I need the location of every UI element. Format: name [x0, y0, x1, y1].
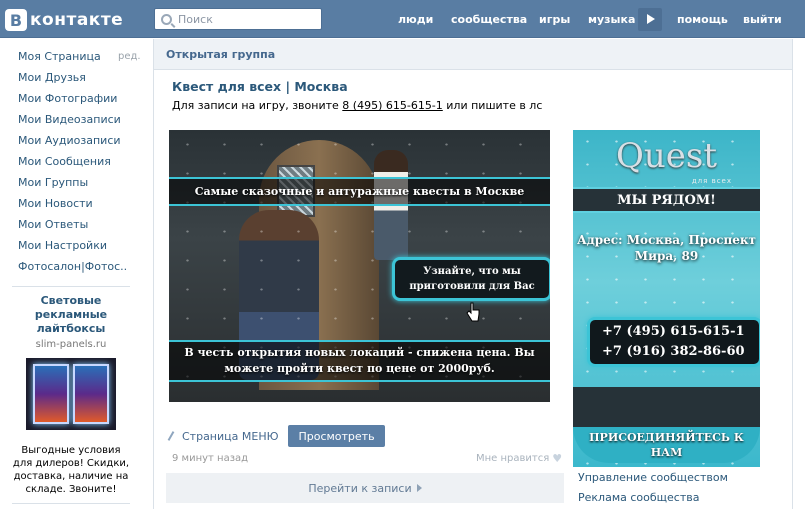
menu-videos[interactable]: Мои Видеозаписи — [18, 109, 143, 130]
join-text: ПРИСОЕДИНЯЙТЕСЬ К НАМ — [573, 427, 760, 463]
section-header: Открытая группа — [154, 39, 792, 70]
banner-cta[interactable]: Узнайте, что мы приготовили для Вас — [392, 257, 550, 301]
menu-audio[interactable]: Мои Аудиозаписи — [18, 130, 143, 151]
status-text: или пишите в лс — [442, 99, 543, 112]
advertise-community-link[interactable]: Реклама сообщества — [578, 491, 699, 504]
vk-logo[interactable]: В контакте — [5, 9, 123, 31]
menu-page-label: Страница МЕНЮ — [182, 429, 279, 443]
nav-communities[interactable]: сообщества — [451, 0, 527, 38]
menu-news[interactable]: Мои Новости — [18, 193, 143, 214]
menu-row: Страница МЕНЮ Просмотреть — [169, 425, 385, 447]
post-time[interactable]: 9 минут назад — [172, 453, 248, 464]
dark-band — [573, 387, 760, 427]
menu-photosalon[interactable]: Фотосалон|Фотос.. — [18, 256, 143, 277]
divider — [12, 503, 130, 504]
go-to-post-label: Перейти к записи — [308, 481, 412, 495]
arrow-icon — [169, 431, 177, 441]
search-input[interactable] — [178, 12, 318, 26]
logo-text: контакте — [30, 10, 124, 30]
main-content: Открытая группа Квест для всех | Москва … — [153, 39, 793, 509]
menu-photos[interactable]: Мои Фотографии — [18, 88, 143, 109]
go-to-post-button[interactable]: Перейти к записи — [166, 473, 564, 503]
like-label: Мне нравится — [476, 453, 550, 464]
status-text: Для записи на игру, звоните — [172, 99, 343, 112]
near-heading: МЫ РЯДОМ! — [573, 187, 760, 213]
banner-headline: Самые сказочные и антуражные квесты в Мо… — [169, 177, 550, 206]
menu-page-link[interactable]: Страница МЕНЮ — [169, 430, 278, 443]
wiki-menu-banner[interactable]: Самые сказочные и антуражные квесты в Мо… — [169, 130, 550, 402]
top-bar: В контакте люди сообщества игры музыка п… — [0, 0, 805, 38]
edit-link[interactable]: ред. — [118, 46, 141, 67]
like-button[interactable]: Мне нравится ♥ — [476, 453, 562, 464]
menu-answers[interactable]: Мои Ответы — [18, 214, 143, 235]
view-button[interactable]: Просмотреть — [288, 425, 385, 447]
divider — [12, 286, 130, 287]
chevron-right-icon — [416, 484, 422, 492]
nav-logout[interactable]: выйти — [743, 0, 782, 38]
ad-domain: slim-panels.ru — [35, 339, 107, 350]
ad-image[interactable] — [26, 358, 116, 430]
menu-groups[interactable]: Мои Группы — [18, 172, 143, 193]
group-status: Для записи на игру, звоните 8 (495) 615-… — [172, 99, 542, 112]
ad-title[interactable]: Световые рекламные лайтбоксы — [12, 294, 130, 336]
nav-help[interactable]: помощь — [677, 0, 728, 38]
nav-people[interactable]: люди — [398, 0, 433, 38]
search-icon — [161, 13, 172, 25]
lightbox-image — [73, 364, 109, 424]
phone-2: +7 (916) 382-86-60 — [602, 344, 745, 359]
menu-friends[interactable]: Мои Друзья — [18, 67, 143, 88]
status-phone[interactable]: 8 (495) 615-615-1 — [342, 99, 443, 112]
group-avatar-banner[interactable]: Quest для всех МЫ РЯДОМ! Адрес: Москва, … — [573, 130, 760, 467]
heart-icon: ♥ — [552, 452, 563, 465]
logo-badge: В — [5, 9, 27, 31]
phone-1: +7 (495) 615-615-1 — [602, 324, 745, 339]
ad-text: Выгодные условия для дилеров! Скидки, до… — [12, 445, 130, 495]
group-title: Квест для всех | Москва — [172, 79, 348, 94]
nav-games[interactable]: игры — [539, 0, 570, 38]
ad-block[interactable]: Световые рекламные лайтбоксы slim-panels… — [12, 294, 130, 496]
phones-box: +7 (495) 615-615-1 +7 (916) 382-86-60 — [587, 317, 760, 367]
hand-cursor-icon — [466, 302, 480, 322]
lightbox-image — [33, 364, 69, 424]
menu-messages[interactable]: Мои Сообщения — [18, 151, 143, 172]
search-box[interactable] — [154, 8, 322, 30]
nav-music[interactable]: музыка — [588, 0, 635, 38]
manage-community-link[interactable]: Управление сообществом — [578, 471, 728, 484]
address-text: Адрес: Москва, Проспект Мира, 89 — [577, 233, 756, 263]
banner-promo: В честь открытия новых локаций - снижена… — [169, 340, 550, 382]
quest-logo: Quest — [615, 136, 717, 176]
menu-settings[interactable]: Мои Настройки — [18, 235, 143, 256]
left-menu: Моя Страница Мои Друзья Мои Фотографии М… — [18, 46, 143, 277]
play-icon[interactable] — [638, 8, 662, 31]
quest-logo-sub: для всех — [691, 177, 732, 185]
